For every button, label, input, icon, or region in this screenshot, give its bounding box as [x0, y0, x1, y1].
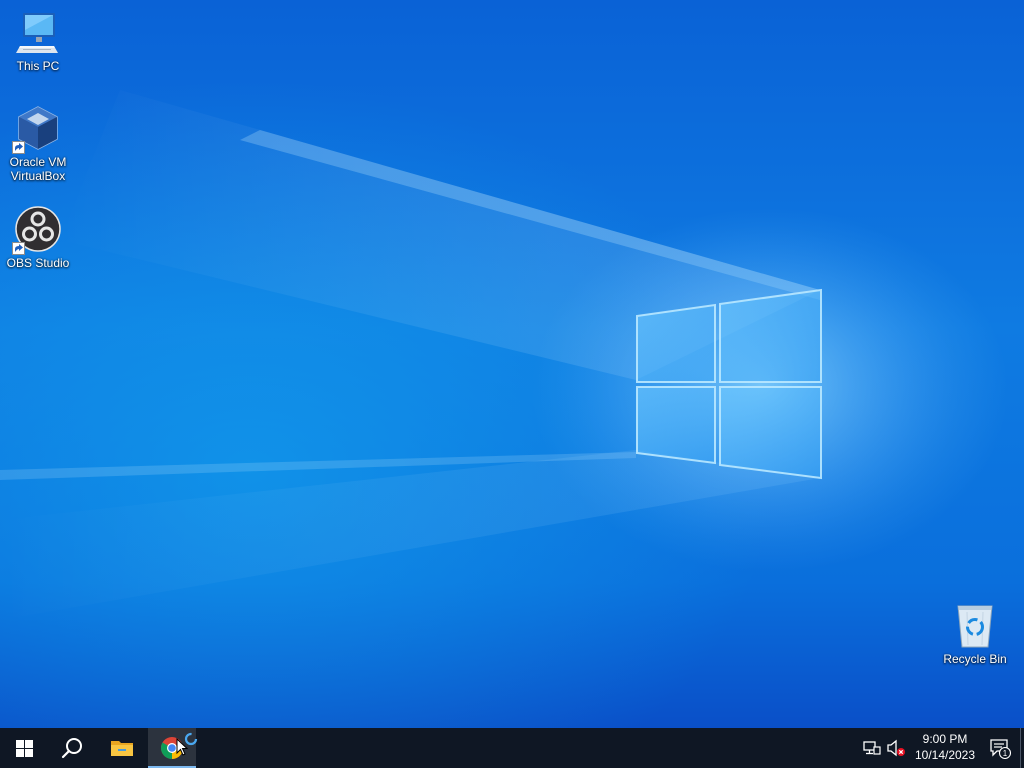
desktop-icon-this-pc[interactable]: This PC: [0, 8, 76, 73]
taskbar-chrome[interactable]: [148, 728, 198, 768]
wallpaper-windows-logo: [0, 90, 960, 620]
folder-icon: [111, 741, 133, 756]
windows-logo-icon: [15, 739, 33, 757]
taskbar-file-explorer[interactable]: [98, 728, 146, 768]
clock-date: 10/14/2023: [914, 748, 976, 762]
mouse-cursor-icon: [176, 738, 188, 756]
desktop-icon-virtualbox[interactable]: Oracle VM VirtualBox: [0, 104, 76, 183]
shortcut-arrow-icon: [12, 141, 25, 154]
virtualbox-icon: [12, 104, 62, 154]
desktop-icon-obs-studio[interactable]: OBS Studio: [0, 205, 76, 270]
search-button[interactable]: [48, 728, 96, 768]
clock-time: 9:00 PM: [922, 732, 968, 746]
desktop-icon-label: Oracle VM VirtualBox: [9, 155, 67, 183]
search-icon: [61, 738, 82, 759]
desktop-icon-label: OBS Studio: [6, 256, 70, 270]
obs-studio-icon: [12, 205, 62, 255]
action-center-button[interactable]: 1: [980, 728, 1020, 768]
taskbar: 9:00 PM 10/14/2023 1: [0, 728, 1024, 768]
desktop-icon-label: Recycle Bin: [943, 652, 1007, 666]
start-button[interactable]: [0, 728, 48, 768]
show-desktop-button[interactable]: [1020, 728, 1024, 768]
notification-count: 1: [1003, 749, 1008, 758]
action-center-icon: 1: [990, 739, 1011, 759]
desktop[interactable]: This PC Oracle VM VirtualBox OBS Studio …: [0, 0, 1024, 728]
recycle-bin-icon: [951, 601, 999, 649]
shortcut-arrow-icon: [12, 242, 25, 255]
taskbar-clock[interactable]: 9:00 PM 10/14/2023: [906, 731, 984, 763]
volume-muted-icon[interactable]: [886, 738, 906, 758]
network-disconnected-icon[interactable]: [862, 738, 882, 758]
desktop-icon-recycle-bin[interactable]: Recycle Bin: [937, 601, 1013, 666]
this-pc-icon: [14, 8, 62, 56]
desktop-icon-label: This PC: [16, 59, 60, 73]
